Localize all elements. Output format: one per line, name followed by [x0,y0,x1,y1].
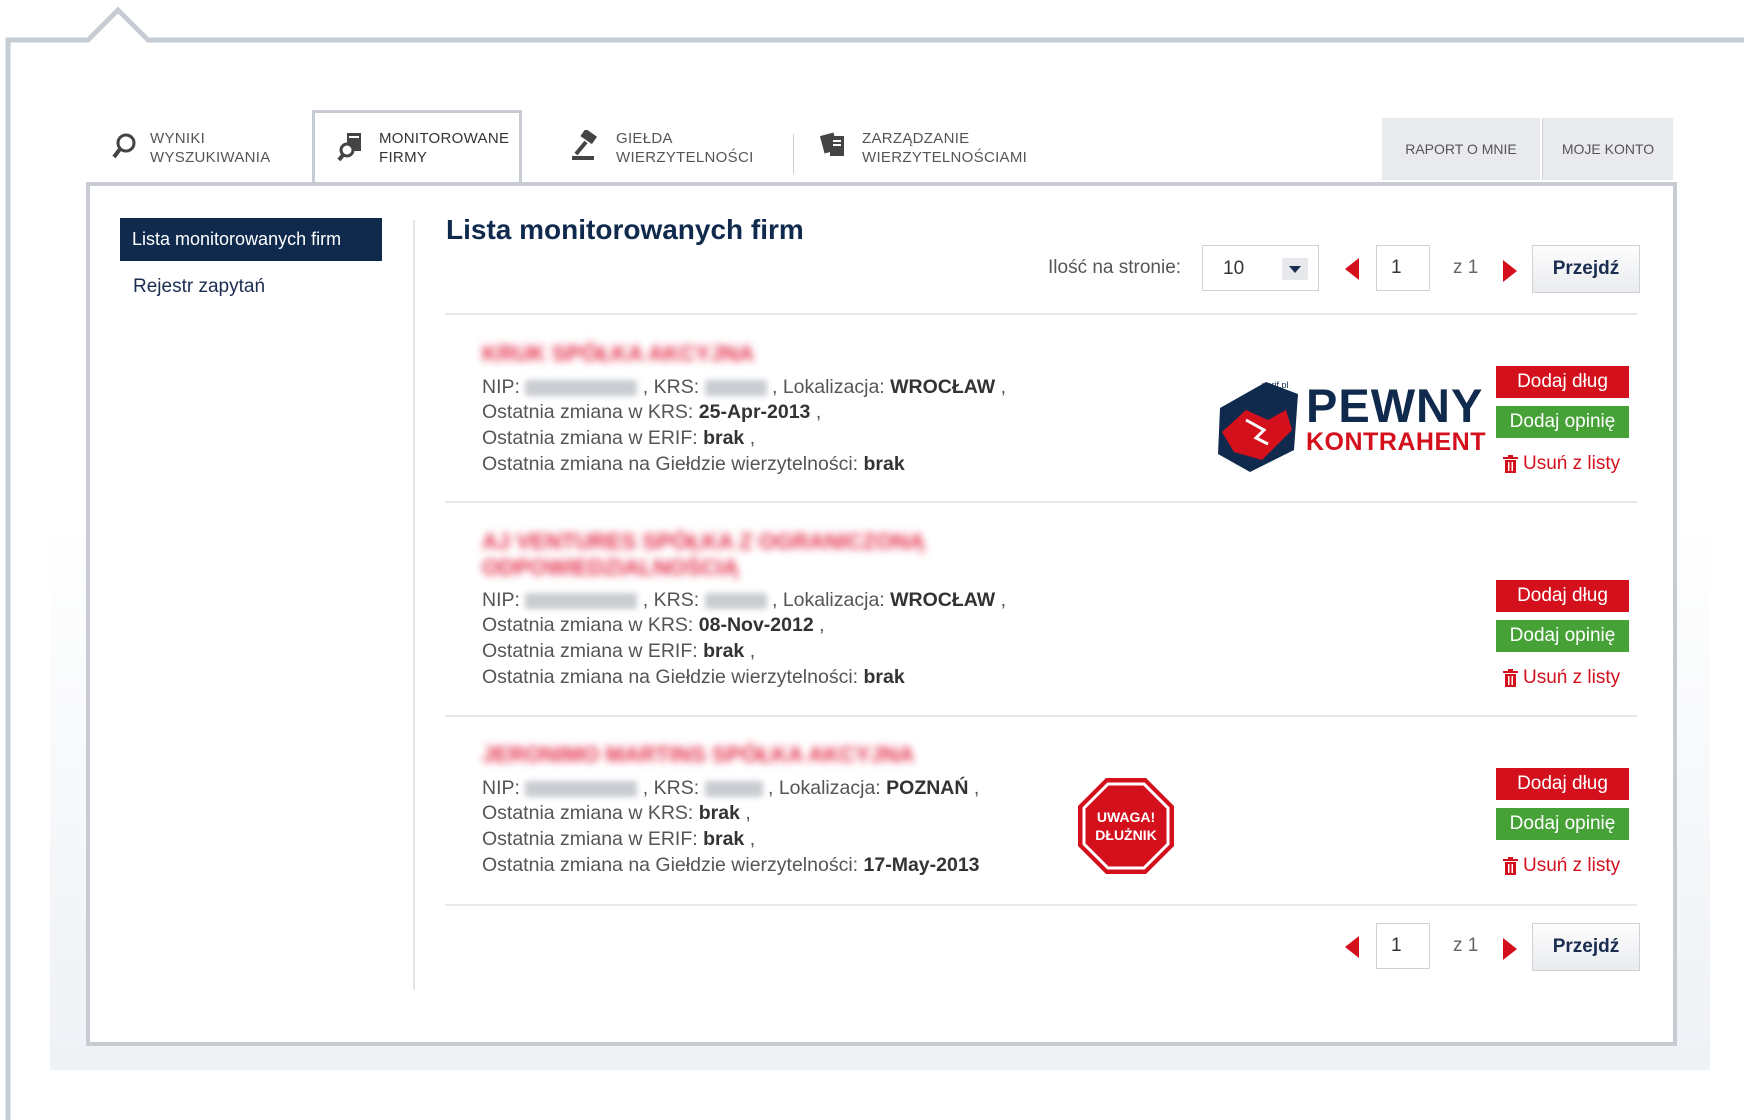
per-page-label: Ilość na stronie: [1048,257,1182,278]
per-page-select[interactable]: 10 [1202,245,1319,291]
page-count: z 1 [1453,935,1479,956]
company-name[interactable]: JERONIMO MARTINS SPÓŁKA AKCYJNA [482,742,914,768]
pewny-small-label: verif.pl [1262,380,1289,390]
remove-from-list-link[interactable]: Usuń z listy [1503,453,1620,475]
sidebar-divider [413,220,415,990]
company-name[interactable]: KRUK SPÓŁKA AKCYJNA [482,341,754,367]
handshake-icon [1218,382,1298,472]
tab-monitored-companies[interactable]: MONITOROWANE FIRMY [312,110,522,183]
erif-change: Ostatnia zmiana w ERIF: brak , [482,640,756,662]
add-opinion-button[interactable]: Dodaj opinię [1496,620,1629,652]
go-button[interactable]: Przejdź [1532,923,1640,971]
company-ids: NIP: , KRS: , Lokalizacja: POZNAŃ , [482,777,980,799]
trash-icon [1503,669,1518,687]
krs-change: Ostatnia zmiana w KRS: brak , [482,802,751,824]
prev-page-icon[interactable] [1345,258,1359,280]
tab-divider [793,134,794,174]
exchange-change: Ostatnia zmiana na Giełdzie wierzytelnoś… [482,453,905,475]
prev-page-icon[interactable] [1345,936,1359,958]
erif-change: Ostatnia zmiana w ERIF: brak , [482,427,756,449]
per-page-value: 10 [1223,258,1245,279]
divider [445,313,1637,315]
tab-label: MOJE KONTO [1561,141,1655,157]
tab-label: RAPORT O MNIE [1405,141,1517,157]
page-number-input[interactable] [1376,245,1430,291]
main-tabs: WYNIKI WYSZUKIWANIA MONITOROWANE FIRMY G… [88,110,1673,184]
gavel-icon [570,128,604,167]
add-opinion-button[interactable]: Dodaj opinię [1496,808,1629,840]
chevron-down-icon[interactable] [1282,258,1308,280]
tab-my-account[interactable]: MOJE KONTO [1542,118,1673,180]
tab-label: ZARZĄDZANIE WIERZYTELNOŚCIAMI [862,130,1028,166]
exchange-change: Ostatnia zmiana na Giełdzie wierzytelnoś… [482,854,980,876]
trash-icon [1503,455,1518,473]
divider [445,501,1637,503]
tab-label: WYNIKI WYSZUKIWANIA [150,130,271,166]
page-title: Lista monitorowanych firm [446,214,804,245]
warning-label: UWAGA! DŁUŻNIK [1095,809,1157,843]
exchange-change: Ostatnia zmiana na Giełdzie wierzytelnoś… [482,666,905,688]
pewny-title: PEWNY [1306,379,1484,432]
tab-debt-exchange[interactable]: GIEŁDA WIERZYTELNOŚCI [570,112,770,184]
debtor-warning-badge: UWAGA! DŁUŻNIK [1076,776,1176,876]
company-name[interactable]: AJ VENTURES SPÓŁKA Z OGRANICZONĄ ODPOWIE… [482,529,952,581]
divider [445,904,1637,906]
tab-my-report[interactable]: RAPORT O MNIE [1382,118,1540,180]
add-debt-button[interactable]: Dodaj dług [1496,768,1629,800]
next-page-icon[interactable] [1503,260,1517,282]
tab-label: MONITOROWANE FIRMY [379,130,510,166]
page-number-input[interactable] [1376,923,1430,969]
tab-label: GIEŁDA WIERZYTELNOŚCI [616,130,754,166]
page-count: z 1 [1453,257,1479,278]
divider [445,715,1637,717]
krs-change: Ostatnia zmiana w KRS: 08-Nov-2012 , [482,614,825,636]
content-panel [86,182,1677,1046]
tab-debt-management[interactable]: ZARZĄDZANIE WIERZYTELNOŚCIAMI [818,112,1058,184]
pewny-kontrahent-badge: verif.pl PEWNY KONTRAHENT [1216,379,1486,472]
erif-change: Ostatnia zmiana w ERIF: brak , [482,828,756,850]
add-debt-button[interactable]: Dodaj dług [1496,580,1629,612]
remove-from-list-link[interactable]: Usuń z listy [1503,855,1620,877]
tab-search-results[interactable]: WYNIKI WYSZUKIWANIA [112,112,302,184]
add-opinion-button[interactable]: Dodaj opinię [1496,406,1629,438]
add-debt-button[interactable]: Dodaj dług [1496,366,1629,398]
go-button[interactable]: Przejdź [1532,245,1640,293]
sidebar-item-monitored-list[interactable]: Lista monitorowanych firm [120,218,382,261]
trash-icon [1503,857,1518,875]
search-icon [112,132,138,165]
docs-hand-icon [818,130,850,167]
company-ids: NIP: , KRS: , Lokalizacja: WROCŁAW , [482,589,1007,611]
sidebar-item-query-register[interactable]: Rejestr zapytań [133,276,265,298]
pewny-subtitle: KONTRAHENT [1306,428,1486,456]
monitor-icon [337,131,367,166]
remove-from-list-link[interactable]: Usuń z listy [1503,667,1620,689]
next-page-icon[interactable] [1503,938,1517,960]
krs-change: Ostatnia zmiana w KRS: 25-Apr-2013 , [482,401,822,423]
company-ids: NIP: , KRS: , Lokalizacja: WROCŁAW , [482,376,1007,398]
